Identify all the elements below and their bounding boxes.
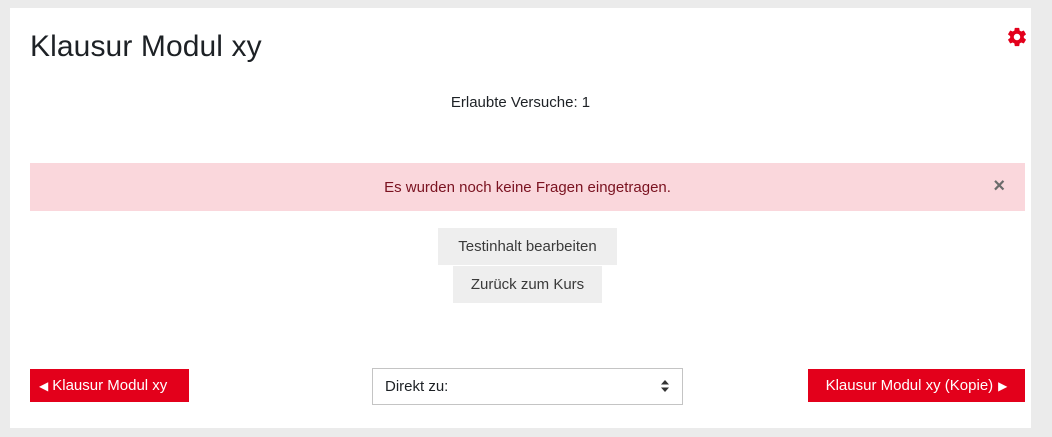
no-questions-alert: Es wurden noch keine Fragen eingetragen.… [30,163,1025,211]
updown-caret-icon [661,380,669,392]
arrow-right-icon: ▶ [998,378,1008,393]
previous-activity-label: Klausur Modul xy [52,377,168,394]
gear-icon[interactable] [1006,26,1028,48]
allowed-attempts-text: Erlaubte Versuche: 1 [450,94,591,111]
back-to-course-button[interactable]: Zurück zum Kurs [453,266,602,303]
alert-message: Es wurden noch keine Fragen eingetragen. [384,178,671,196]
arrow-left-icon: ◀ [39,378,49,393]
edit-quiz-content-button[interactable]: Testinhalt bearbeiten [438,228,617,265]
previous-activity-button[interactable]: ◀ Klausur Modul xy [30,369,189,402]
jump-to-select[interactable]: Direkt zu: [372,368,683,405]
page-title: Klausur Modul xy [30,30,262,63]
close-icon[interactable]: × [993,175,1005,197]
next-activity-label: Klausur Modul xy (Kopie) [825,377,994,394]
jump-to-select-value: Direkt zu: [385,378,449,395]
quiz-card: Klausur Modul xy Erlaubte Versuche: 1 Es… [10,8,1031,428]
next-activity-button[interactable]: Klausur Modul xy (Kopie) ▶ [808,369,1025,402]
